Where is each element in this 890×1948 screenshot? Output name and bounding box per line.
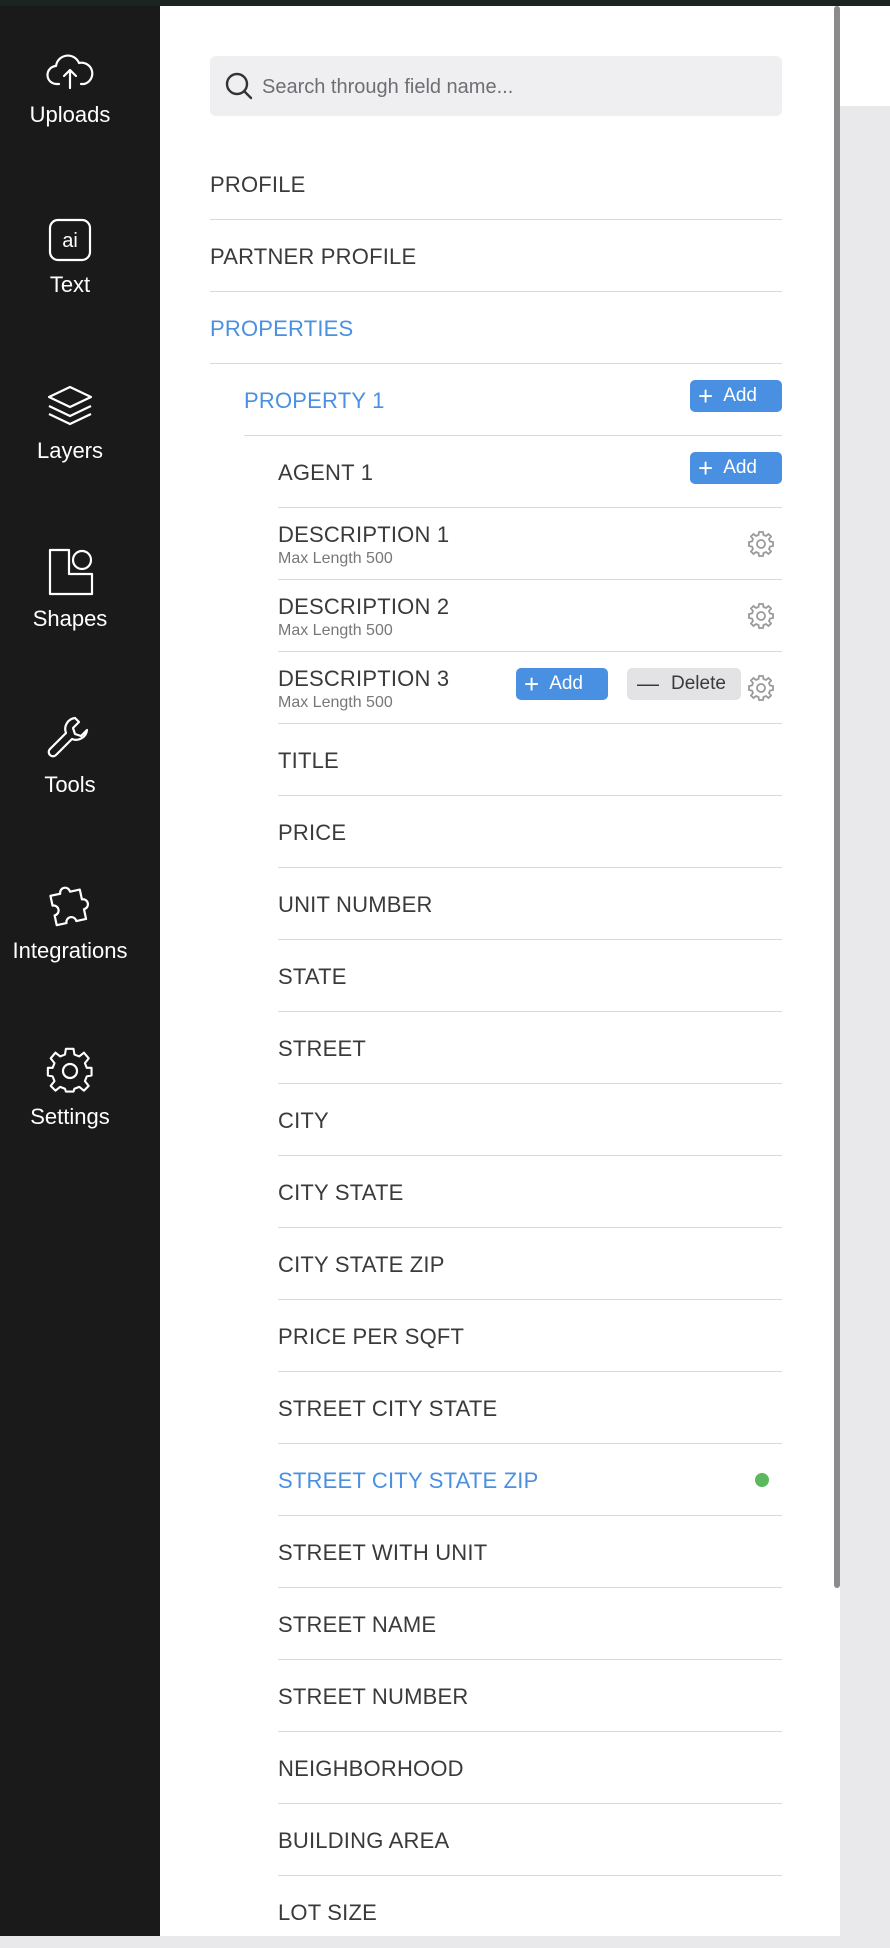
field-row[interactable]: PRICE PER SQFT: [278, 1300, 782, 1372]
sidebar-item-integrations[interactable]: Integrations: [0, 880, 140, 964]
field-row[interactable]: STREET NAME: [278, 1588, 782, 1660]
puzzle-icon: [49, 886, 90, 927]
field-label: CITY: [278, 1108, 329, 1133]
section-label: PARTNER PROFILE: [210, 244, 417, 269]
field-label: STREET NUMBER: [278, 1684, 469, 1709]
section-label: PROFILE: [210, 172, 306, 197]
sidebar-item-label: Layers: [36, 438, 104, 463]
field-row[interactable]: CITY STATE ZIP: [278, 1228, 782, 1300]
field-label: BUILDING AREA: [278, 1828, 450, 1853]
plus-icon: +: [698, 381, 714, 411]
field-description-2[interactable]: DESCRIPTION 2 Max Length 500: [278, 580, 782, 652]
sidebar-item-label: Uploads: [29, 102, 111, 127]
field-constraint: Max Length 500: [278, 550, 393, 567]
ai-text-icon: ai: [48, 218, 92, 262]
layers-icon: [47, 385, 93, 426]
field-row[interactable]: TITLE: [278, 724, 782, 796]
sidebar-item-label: Integrations: [12, 938, 128, 963]
field-row[interactable]: CITY: [278, 1084, 782, 1156]
panel-scrollbar[interactable]: [834, 6, 840, 1588]
field-label: DESCRIPTION 3: [278, 666, 450, 691]
field-label: STREET: [278, 1036, 366, 1061]
gear-icon[interactable]: [748, 603, 774, 629]
field-label: STREET CITY STATE ZIP: [278, 1468, 539, 1493]
section-property-1[interactable]: PROPERTY 1 + Add: [244, 364, 782, 436]
section-agent-1[interactable]: AGENT 1 + Add: [278, 436, 782, 508]
field-label: NEIGHBORHOOD: [278, 1756, 464, 1781]
plus-icon: +: [698, 453, 714, 483]
field-label: CITY STATE ZIP: [278, 1252, 445, 1277]
add-property-button[interactable]: + Add: [690, 380, 782, 412]
section-profile[interactable]: PROFILE: [210, 148, 782, 220]
sidebar-item-layers[interactable]: Layers: [0, 384, 140, 464]
field-label: STREET CITY STATE: [278, 1396, 498, 1421]
field-constraint: Max Length 500: [278, 694, 393, 711]
field-row[interactable]: STREET WITH UNIT: [278, 1516, 782, 1588]
field-label: PRICE: [278, 820, 347, 845]
gear-icon: [46, 1047, 93, 1093]
field-description-1[interactable]: DESCRIPTION 1 Max Length 500: [278, 508, 782, 580]
canvas-area: [840, 6, 890, 106]
sidebar-item-label: Shapes: [32, 606, 108, 631]
gear-icon[interactable]: [748, 675, 774, 701]
minus-icon: —: [637, 671, 659, 696]
field-row[interactable]: UNIT NUMBER: [278, 868, 782, 940]
sidebar-item-tools[interactable]: Tools: [0, 714, 140, 798]
section-properties[interactable]: PROPERTIES: [210, 292, 782, 364]
field-constraint: Max Length 500: [278, 622, 393, 639]
svg-text:ai: ai: [62, 230, 78, 252]
plus-icon: +: [524, 669, 540, 699]
field-label: CITY STATE: [278, 1180, 404, 1205]
sidebar-item-label: Tools: [44, 772, 96, 797]
field-label: DESCRIPTION 1: [278, 522, 450, 547]
field-row-active[interactable]: STREET CITY STATE ZIP: [278, 1444, 782, 1516]
field-label: PRICE PER SQFT: [278, 1324, 465, 1349]
add-description-button[interactable]: + Add: [516, 668, 608, 700]
active-status-dot: [755, 1473, 769, 1487]
field-label: UNIT NUMBER: [278, 892, 433, 917]
field-row[interactable]: PRICE: [278, 796, 782, 868]
left-sidebar: Uploads ai Text Layers Shapes Tools Inte…: [0, 6, 160, 1936]
cloud-upload-icon: [46, 54, 94, 90]
sidebar-item-label: Settings: [30, 1104, 110, 1129]
search-icon: [225, 72, 253, 100]
field-row[interactable]: STREET NUMBER: [278, 1660, 782, 1732]
field-row[interactable]: BUILDING AREA: [278, 1804, 782, 1876]
field-label: DESCRIPTION 2: [278, 594, 450, 619]
sidebar-item-label: Text: [49, 272, 91, 297]
field-row[interactable]: STREET: [278, 1012, 782, 1084]
sidebar-item-settings[interactable]: Settings: [0, 1046, 140, 1130]
field-label: STATE: [278, 964, 347, 989]
delete-description-button[interactable]: — Delete: [627, 668, 741, 700]
section-partner-profile[interactable]: PARTNER PROFILE: [210, 220, 782, 292]
sidebar-item-uploads[interactable]: Uploads: [0, 52, 140, 128]
search-input[interactable]: [260, 56, 764, 118]
field-label: LOT SIZE: [278, 1900, 377, 1925]
field-row[interactable]: CITY STATE: [278, 1156, 782, 1228]
section-label: PROPERTIES: [210, 316, 354, 341]
field-description-3[interactable]: DESCRIPTION 3 Max Length 500 + Add — Del…: [278, 652, 782, 724]
gear-icon[interactable]: [748, 531, 774, 557]
sidebar-item-shapes[interactable]: Shapes: [0, 548, 140, 632]
sidebar-item-text[interactable]: ai Text: [0, 218, 140, 298]
field-row[interactable]: LOT SIZE: [278, 1876, 782, 1948]
field-row[interactable]: STREET CITY STATE: [278, 1372, 782, 1444]
section-label: AGENT 1: [278, 460, 374, 485]
shapes-icon: [48, 548, 94, 596]
field-label: STREET NAME: [278, 1612, 437, 1637]
search-field[interactable]: [210, 56, 782, 118]
wrench-icon: [47, 716, 89, 758]
add-agent-button[interactable]: + Add: [690, 452, 782, 484]
field-row[interactable]: NEIGHBORHOOD: [278, 1732, 782, 1804]
section-label: PROPERTY 1: [244, 388, 385, 413]
field-label: TITLE: [278, 748, 339, 773]
field-row[interactable]: STATE: [278, 940, 782, 1012]
field-label: STREET WITH UNIT: [278, 1540, 488, 1565]
